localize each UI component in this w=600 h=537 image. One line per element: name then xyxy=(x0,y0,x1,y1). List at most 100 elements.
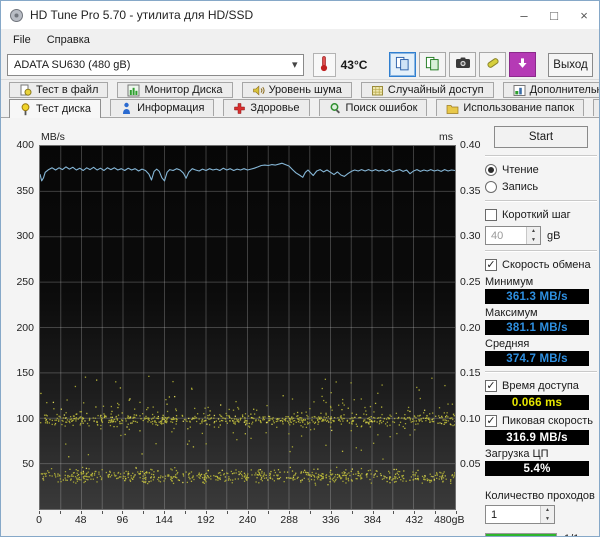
tab-дополнительные-тесты[interactable]: Дополнительные тесты xyxy=(502,82,599,98)
exit-button[interactable]: Выход xyxy=(548,52,593,77)
right-axis-tick: 0.10 xyxy=(460,412,481,425)
start-button-label: Start xyxy=(528,131,554,143)
divider xyxy=(485,250,597,252)
left-axis-tick: 350 xyxy=(16,184,34,197)
chevron-down-icon: ▾ xyxy=(292,58,298,71)
tab-label: Тест в файл xyxy=(36,84,99,96)
x-axis-tick: 480gB xyxy=(434,514,465,526)
cpu-usage-value: 5.4% xyxy=(485,461,589,476)
noise-level-icon xyxy=(252,84,265,97)
write-radio-label: Запись xyxy=(502,181,539,193)
tab-случайный-доступ[interactable]: Случайный доступ xyxy=(360,82,494,98)
tab-поиск-ошибок[interactable]: Поиск ошибок xyxy=(318,99,428,116)
access-time-value: 0.066 ms xyxy=(485,395,589,410)
x-axis-tick: 240 xyxy=(238,514,257,526)
error-scan-icon xyxy=(329,102,342,115)
left-axis-tick: 200 xyxy=(16,321,34,334)
thermometer-icon xyxy=(318,55,330,75)
passes-label: Количество проходов xyxy=(485,490,595,502)
stepper-up-icon[interactable]: ▲ xyxy=(541,506,554,515)
drive-select[interactable]: ADATA SU630 (480 gB) ▾ xyxy=(7,53,304,76)
x-axis-tickmark xyxy=(414,511,416,514)
exit-button-label: Выход xyxy=(553,58,588,71)
avg-label: Средняя xyxy=(485,338,530,350)
tab-здоровье[interactable]: Здоровье xyxy=(223,99,310,116)
tab-монитор-диска[interactable]: Монитор Диска xyxy=(117,82,233,98)
x-axis-tick: 0 xyxy=(36,514,42,526)
checkbox-checked-icon: ✓ xyxy=(485,380,497,392)
x-axis-tickmark xyxy=(205,511,207,514)
start-button[interactable]: Start xyxy=(494,126,588,148)
stepper-arrows[interactable]: ▲ ▼ xyxy=(540,506,554,523)
access-time-label: Время доступа xyxy=(502,380,579,392)
left-axis-tick: 250 xyxy=(16,275,34,288)
min-label: Минимум xyxy=(485,276,534,288)
short-stride-value: 40 xyxy=(491,229,504,242)
left-axis-tick: 400 xyxy=(16,139,34,151)
temperature-button[interactable] xyxy=(312,52,336,77)
save-results-button[interactable] xyxy=(479,52,506,77)
x-axis-tick: 432 xyxy=(405,514,424,526)
close-button[interactable]: × xyxy=(569,1,599,29)
write-radio[interactable]: Запись xyxy=(485,179,597,195)
tab-label: Уровень шума xyxy=(268,84,342,96)
stepper-down-icon[interactable]: ▼ xyxy=(541,514,554,523)
screenshot-button[interactable] xyxy=(449,52,476,77)
app-icon xyxy=(9,8,24,23)
x-axis-tickmark xyxy=(59,511,61,514)
download-button[interactable] xyxy=(509,52,536,77)
tab-row-secondary: Тест в файл Монитор Диска Уровень шума Случ… xyxy=(9,82,599,98)
short-stride-stepper[interactable]: 40 ▲ ▼ xyxy=(485,226,541,245)
short-stride-checkbox[interactable]: Короткий шаг xyxy=(485,207,597,223)
folder-usage-icon xyxy=(446,102,459,115)
divider xyxy=(485,371,597,373)
right-axis-tick: 0.05 xyxy=(460,458,481,471)
file-benchmark-icon xyxy=(19,84,32,97)
min-value: 361.3 MB/s xyxy=(485,289,589,304)
x-axis-tickmark xyxy=(101,511,103,514)
copy-image-button[interactable] xyxy=(419,52,446,77)
burst-rate-label: Пиковая скорость xyxy=(502,415,594,427)
tab-тест-в-файл[interactable]: Тест в файл xyxy=(9,82,109,98)
health-icon xyxy=(233,102,246,115)
cpu-usage-label: Загрузка ЦП xyxy=(485,448,549,460)
menu-item-file[interactable]: File xyxy=(5,32,39,48)
copy-text-button[interactable] xyxy=(389,52,416,77)
copy-icon xyxy=(395,56,410,74)
minimize-button[interactable]: – xyxy=(509,1,539,29)
right-axis-unit: ms xyxy=(439,131,453,143)
transfer-rate-checkbox[interactable]: ✓ Скорость обмена xyxy=(485,257,597,273)
extra-tests-icon xyxy=(513,84,526,97)
menu-item-help[interactable]: Справка xyxy=(39,32,98,48)
x-axis-tickmark xyxy=(226,511,228,514)
tab-использование-папок[interactable]: Использование папок xyxy=(436,99,585,116)
menubar: File Справка xyxy=(1,29,599,50)
toolbar: ADATA SU630 (480 gB) ▾ 43°C Выход xyxy=(1,50,599,80)
random-access-icon xyxy=(371,84,384,97)
disk-test-icon xyxy=(19,102,32,116)
x-axis-tickmark xyxy=(456,511,457,514)
tab-label: Информация xyxy=(137,102,205,114)
maximize-button[interactable]: □ xyxy=(539,1,569,29)
stepper-up-icon[interactable]: ▲ xyxy=(527,227,540,236)
stepper-down-icon[interactable]: ▼ xyxy=(527,235,540,244)
burst-rate-checkbox[interactable]: ✓ Пиковая скорость xyxy=(485,413,597,429)
x-axis-tick: 288 xyxy=(280,514,298,526)
disk-monitor-icon xyxy=(127,84,140,97)
stepper-arrows[interactable]: ▲ ▼ xyxy=(526,227,540,244)
titlebar: HD Tune Pro 5.70 - утилита для HD/SSD – … xyxy=(1,1,599,29)
read-radio[interactable]: Чтение xyxy=(485,162,597,178)
short-stride-unit: gB xyxy=(547,229,561,242)
tab-уровень-шума[interactable]: Уровень шума xyxy=(241,82,352,98)
tab-тест-диска[interactable]: Тест диска xyxy=(9,99,102,118)
x-axis-tickmark xyxy=(351,511,353,514)
short-stride-label: Короткий шаг xyxy=(502,209,571,221)
transfer-rate-label: Скорость обмена xyxy=(502,259,591,271)
checkbox-checked-icon: ✓ xyxy=(485,259,497,271)
tab-информация[interactable]: Информация xyxy=(110,99,215,116)
tab-стирание[interactable]: Стирание xyxy=(593,99,599,116)
x-axis-tickmark xyxy=(80,511,82,514)
passes-stepper[interactable]: 1 ▲ ▼ xyxy=(485,505,555,524)
access-time-checkbox[interactable]: ✓ Время доступа xyxy=(485,378,597,394)
toolbar-buttons xyxy=(389,52,536,77)
